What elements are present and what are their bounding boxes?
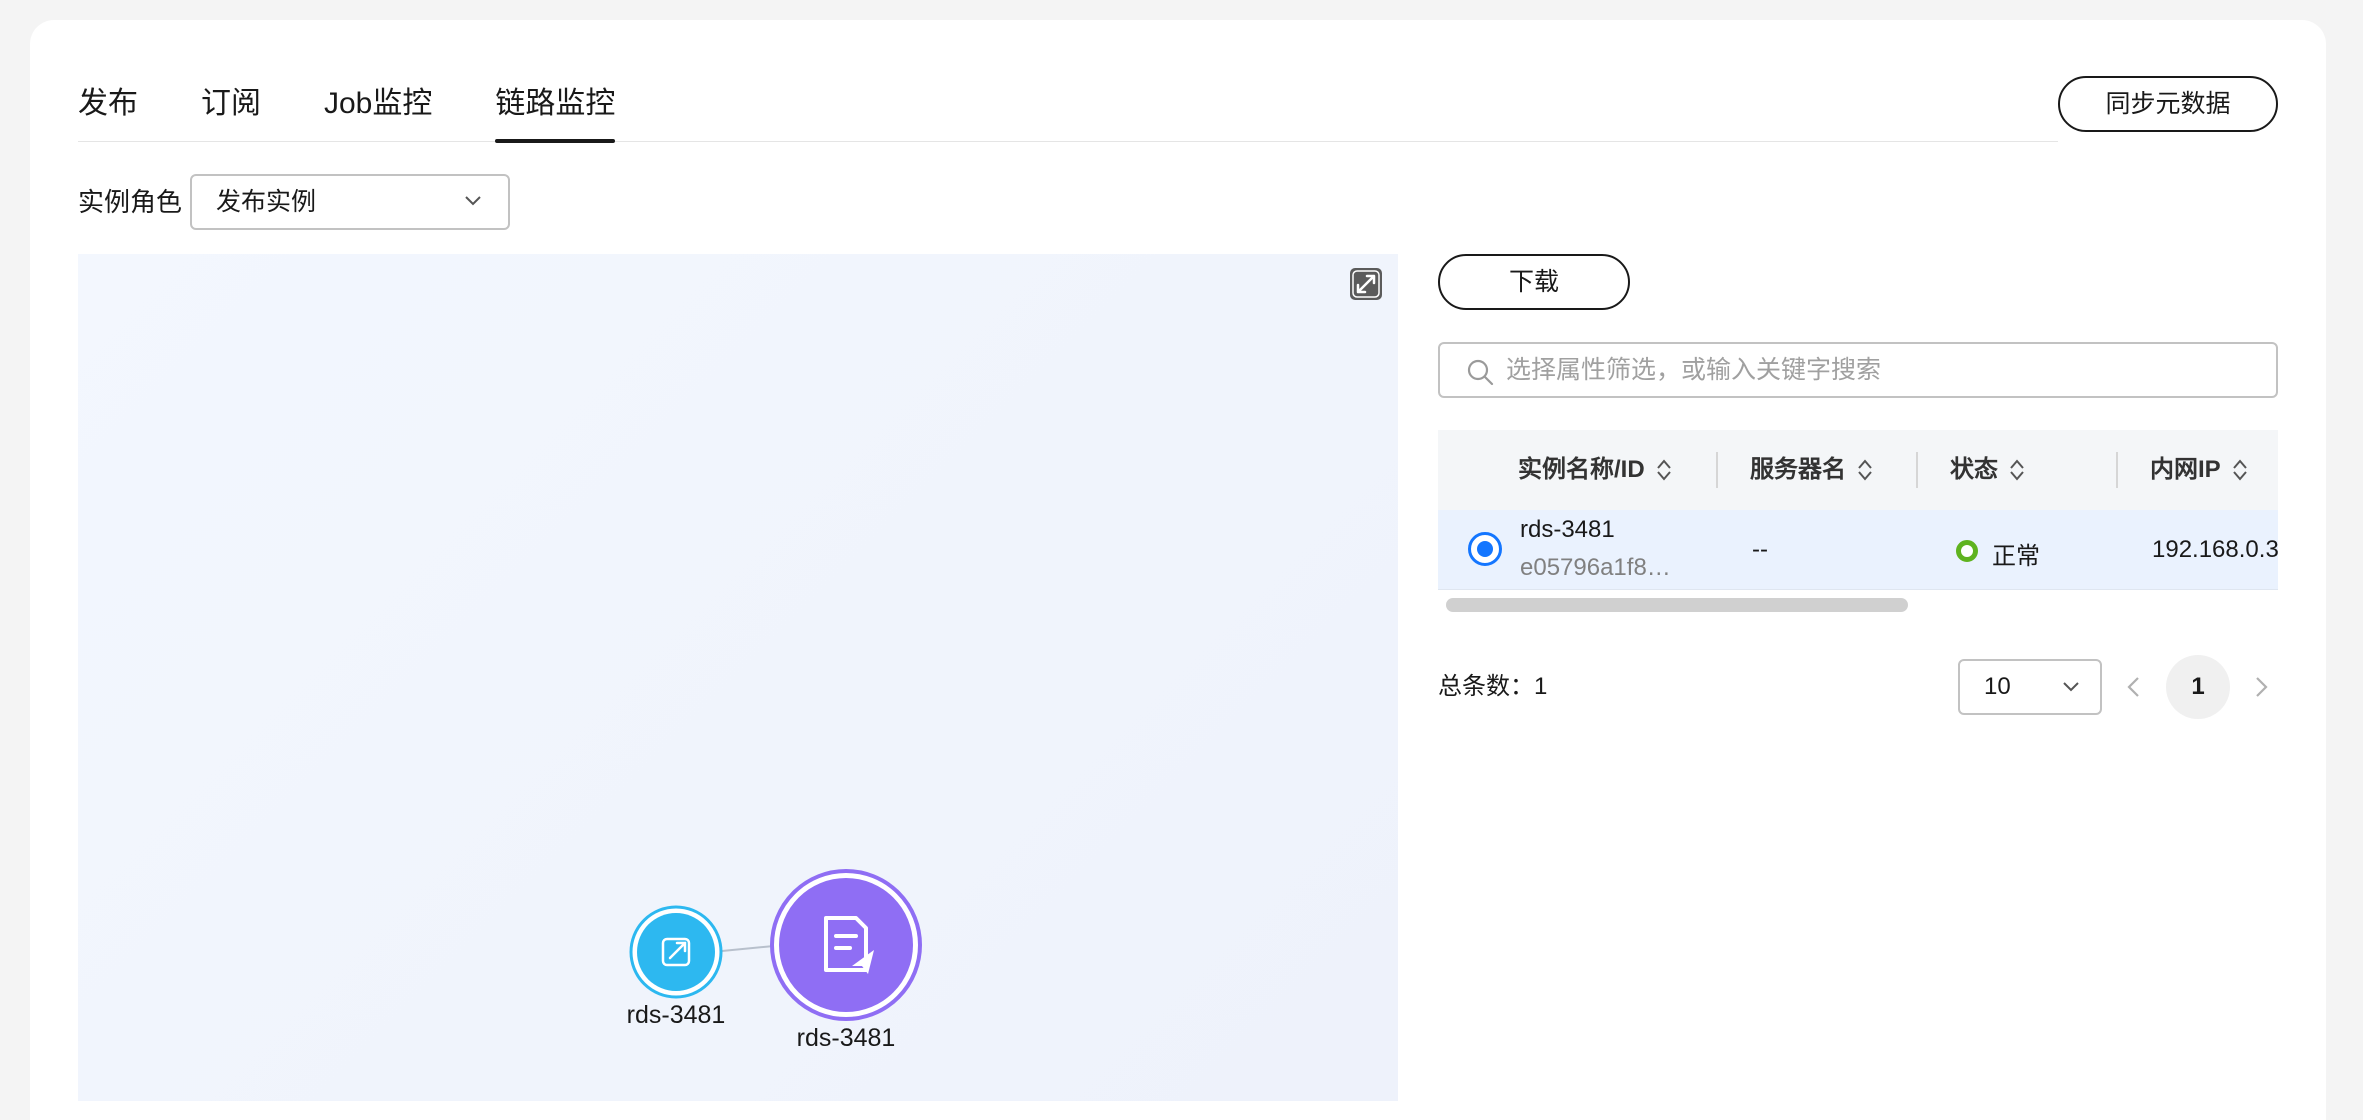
graph-node-label: rds-3481 — [626, 1001, 726, 1029]
page-number-button[interactable]: 1 — [2166, 655, 2230, 719]
column-header-server[interactable]: 服务器名 — [1750, 430, 1874, 510]
sort-icon — [1858, 459, 1872, 481]
server-name: -- — [1752, 536, 1768, 563]
private-ip: 192.168.0.3 — [2152, 536, 2278, 563]
search-icon — [1467, 359, 1494, 386]
search-input[interactable] — [1506, 352, 2256, 388]
sort-icon — [2232, 459, 2247, 481]
graph-edge — [721, 945, 775, 952]
sort-icon — [1656, 459, 1671, 481]
table-row[interactable]: rds-3481 e05796a1f8… -- 正常 192.168.0.3 — [1438, 510, 2278, 590]
graph-node-label: rds-3481 — [796, 1024, 896, 1052]
page-size-select[interactable]: 10 — [1958, 659, 2102, 715]
row-select-radio[interactable] — [1468, 532, 1502, 566]
column-header-instance[interactable]: 实例名称/ID — [1518, 430, 1673, 510]
column-separator[interactable] — [1916, 452, 1918, 488]
column-separator[interactable] — [1716, 452, 1718, 488]
status-text: 正常 — [1992, 543, 2040, 570]
chevron-right-icon[interactable] — [2248, 674, 2274, 700]
instance-id: e05796a1f8… — [1520, 554, 1671, 581]
chevron-down-icon — [2063, 682, 2079, 692]
search-box[interactable] — [1438, 342, 2278, 398]
total-count: 总条数：1 — [1438, 673, 1548, 700]
status-ok-icon — [1956, 540, 1978, 562]
column-header-ip[interactable]: 内网IP — [2150, 430, 2249, 510]
table-header: 实例名称/ID 服务器名 状态 内网IP — [1438, 430, 2278, 510]
column-header-status[interactable]: 状态 — [1950, 430, 2026, 510]
table-horizontal-scrollbar[interactable] — [1446, 598, 1908, 612]
graph-node-target[interactable] — [770, 869, 922, 1021]
column-separator[interactable] — [2116, 452, 2118, 488]
chevron-left-icon[interactable] — [2121, 674, 2147, 700]
sort-icon — [2010, 459, 2024, 481]
download-button[interactable]: 下载 — [1438, 254, 1630, 310]
instance-name[interactable]: rds-3481 — [1520, 516, 1615, 544]
page-size-value: 10 — [1984, 673, 2011, 700]
